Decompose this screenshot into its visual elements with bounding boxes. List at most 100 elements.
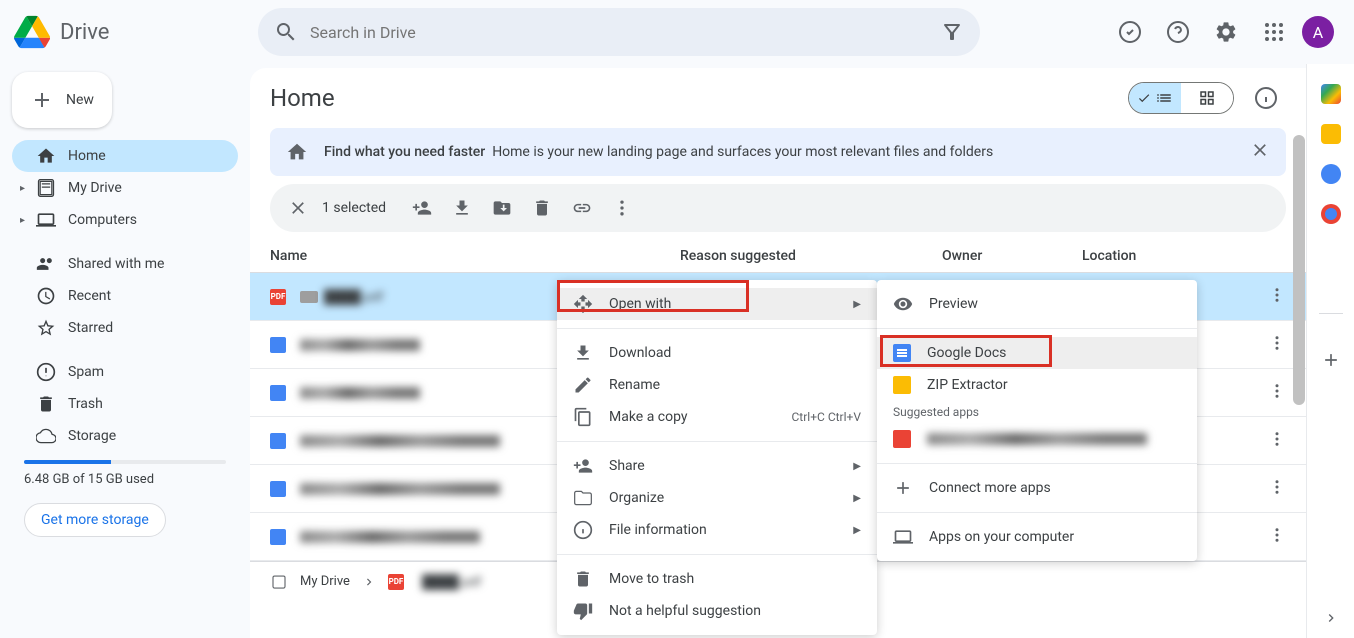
open-with-icon <box>573 294 593 314</box>
folder-icon <box>573 488 593 508</box>
search-bar[interactable] <box>258 8 980 56</box>
row-more-button[interactable] <box>1268 286 1286 308</box>
row-more-button[interactable] <box>1268 526 1286 548</box>
nav-spam[interactable]: Spam <box>12 356 238 388</box>
list-view-button[interactable] <box>1129 83 1181 113</box>
nav-shared[interactable]: Shared with me <box>12 248 238 280</box>
menu-not-helpful[interactable]: Not a helpful suggestion <box>557 595 877 627</box>
submenu-google-docs[interactable]: Google Docs <box>877 337 1197 369</box>
new-button[interactable]: New <box>12 72 112 128</box>
file-name <box>300 387 420 399</box>
list-icon <box>1155 89 1173 107</box>
user-avatar[interactable]: A <box>1302 16 1334 48</box>
doc-icon <box>270 385 286 401</box>
open-with-submenu: Preview Google Docs ZIP Extractor Sugges… <box>877 280 1197 561</box>
doc-icon <box>270 433 286 449</box>
chevron-right-icon: ▶ <box>853 299 861 310</box>
col-name[interactable]: Name <box>270 248 680 264</box>
submenu-connect-apps[interactable]: Connect more apps <box>877 472 1197 504</box>
trash-icon <box>573 569 593 589</box>
pdf-icon: PDF <box>388 574 404 590</box>
row-more-button[interactable] <box>1268 430 1286 452</box>
download-button[interactable] <box>446 192 478 224</box>
ready-offline-icon[interactable] <box>1110 12 1150 52</box>
nav-starred[interactable]: Starred <box>12 312 238 344</box>
search-options-icon[interactable] <box>940 20 964 44</box>
header-actions: A <box>1110 12 1342 52</box>
banner-close-button[interactable] <box>1250 140 1270 164</box>
search-icon <box>274 20 298 44</box>
col-reason[interactable]: Reason suggested <box>680 248 942 264</box>
submenu-zip-extractor[interactable]: ZIP Extractor <box>877 369 1197 401</box>
link-button[interactable] <box>566 192 598 224</box>
context-menu: Open with ▶ Download Rename Make a copyC… <box>557 280 877 635</box>
submenu-preview[interactable]: Preview <box>877 288 1197 320</box>
selected-count: 1 selected <box>322 200 386 216</box>
laptop-icon <box>893 527 913 547</box>
file-name <box>300 339 420 351</box>
copy-icon <box>573 407 593 427</box>
delete-button[interactable] <box>526 192 558 224</box>
calendar-app-icon[interactable] <box>1321 84 1341 104</box>
col-owner[interactable]: Owner <box>942 248 1082 264</box>
breadcrumb-root[interactable]: My Drive <box>300 574 350 589</box>
breadcrumb-file[interactable]: ████.pdf <box>422 574 481 590</box>
nav-my-drive[interactable]: My Drive <box>12 172 238 204</box>
menu-download[interactable]: Download <box>557 337 877 369</box>
drive-logo-icon[interactable] <box>12 12 52 52</box>
storage-progress <box>24 460 226 464</box>
keep-app-icon[interactable] <box>1321 124 1341 144</box>
chevron-right-icon <box>362 575 376 589</box>
contacts-app-icon[interactable] <box>1321 204 1341 224</box>
row-more-button[interactable] <box>1268 478 1286 500</box>
nav-recent[interactable]: Recent <box>12 280 238 312</box>
nav-home[interactable]: Home <box>12 140 238 172</box>
computers-icon <box>36 210 56 230</box>
submenu-suggested-app[interactable] <box>877 423 1197 455</box>
info-button[interactable] <box>1246 78 1286 118</box>
menu-share[interactable]: Share▶ <box>557 450 877 482</box>
menu-trash[interactable]: Move to trash <box>557 563 877 595</box>
nav-trash[interactable]: Trash <box>12 388 238 420</box>
nav-storage[interactable]: Storage <box>12 420 238 452</box>
share-button[interactable] <box>406 192 438 224</box>
menu-copy[interactable]: Make a copyCtrl+C Ctrl+V <box>557 401 877 433</box>
eye-icon <box>893 294 913 314</box>
plus-icon <box>893 478 913 498</box>
row-more-button[interactable] <box>1268 382 1286 404</box>
nav-computers[interactable]: Computers <box>12 204 238 236</box>
shared-icon <box>36 254 56 274</box>
row-more-button[interactable] <box>1268 334 1286 356</box>
add-panel-button[interactable] <box>1321 350 1341 370</box>
pdf-icon: PDF <box>270 289 286 305</box>
col-location[interactable]: Location <box>1082 248 1286 264</box>
doc-icon <box>270 481 286 497</box>
apps-icon[interactable] <box>1254 12 1294 52</box>
thumbnail <box>300 291 318 303</box>
menu-file-info[interactable]: File information▶ <box>557 514 877 546</box>
more-actions-button[interactable] <box>606 192 638 224</box>
clear-selection-button[interactable] <box>282 192 314 224</box>
file-name <box>300 435 500 447</box>
settings-icon[interactable] <box>1206 12 1246 52</box>
scrollbar[interactable] <box>1292 135 1306 615</box>
docs-icon <box>893 344 911 362</box>
info-banner: Find what you need faster Home is your n… <box>270 128 1286 176</box>
doc-icon <box>270 337 286 353</box>
chevron-right-icon: ▶ <box>853 525 861 536</box>
chevron-right-icon: ▶ <box>853 461 861 472</box>
menu-organize[interactable]: Organize▶ <box>557 482 877 514</box>
search-input[interactable] <box>310 23 928 42</box>
move-button[interactable] <box>486 192 518 224</box>
collapse-panel-icon[interactable] <box>1323 610 1339 626</box>
submenu-apps-computer[interactable]: Apps on your computer <box>877 521 1197 553</box>
get-storage-button[interactable]: Get more storage <box>24 503 166 537</box>
menu-rename[interactable]: Rename <box>557 369 877 401</box>
menu-open-with[interactable]: Open with ▶ <box>557 288 877 320</box>
trash-icon <box>36 394 56 414</box>
side-panel <box>1306 64 1354 638</box>
grid-view-button[interactable] <box>1181 83 1233 113</box>
chevron-right-icon: ▶ <box>853 493 861 504</box>
tasks-app-icon[interactable] <box>1321 164 1341 184</box>
help-icon[interactable] <box>1158 12 1198 52</box>
